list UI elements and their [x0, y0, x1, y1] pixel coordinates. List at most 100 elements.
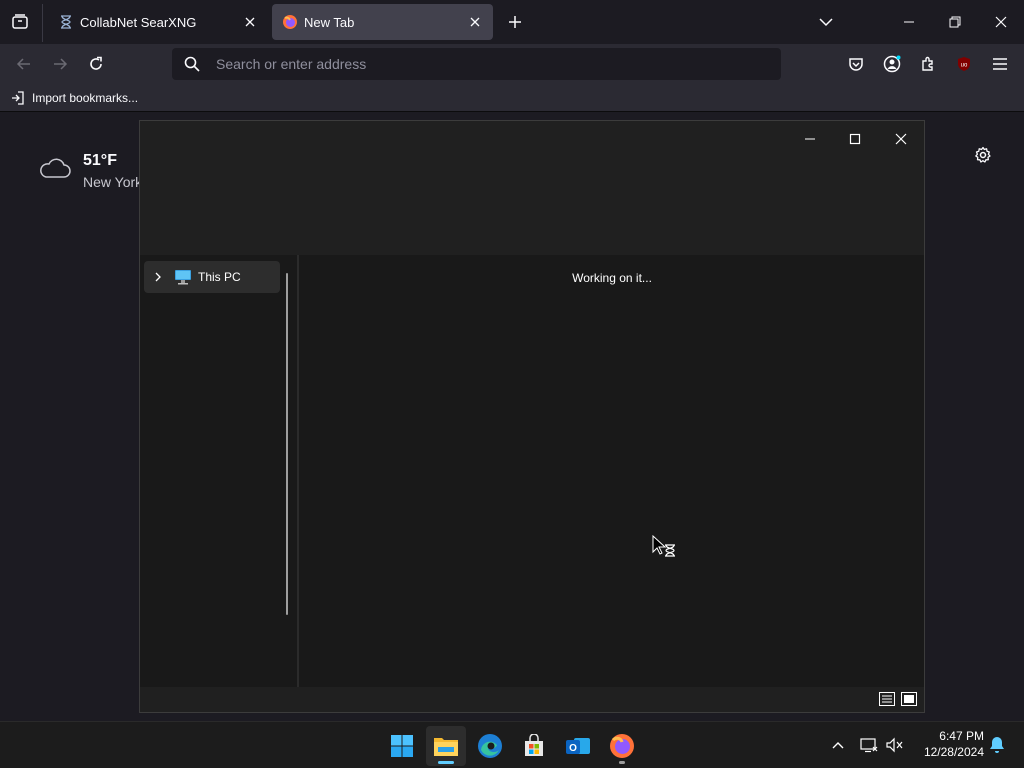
arrow-right-icon [54, 58, 68, 70]
weather-widget[interactable]: 51°F New York [38, 148, 148, 198]
network-status-button[interactable] [858, 734, 880, 756]
tab-title: CollabNet SearXNG [80, 14, 197, 30]
list-all-tabs-button[interactable] [814, 10, 838, 34]
taskbar-clock[interactable]: 6:47 PM 12/28/2024 [912, 728, 984, 760]
minimize-icon [904, 21, 914, 23]
speaker-muted-icon [886, 737, 903, 753]
dialog-maximize-button[interactable] [837, 125, 873, 153]
dialog-title-bar [140, 121, 924, 255]
weather-temperature: 51°F [83, 152, 117, 169]
chevron-right-icon[interactable] [146, 265, 170, 289]
details-view-icon [879, 692, 895, 706]
search-icon [184, 56, 200, 72]
plus-icon [509, 16, 521, 28]
close-icon [895, 133, 907, 145]
edge-icon [478, 734, 502, 758]
navigation-toolbar: uo [0, 44, 1024, 84]
tab-new-tab[interactable]: New Tab [272, 4, 493, 40]
restore-icon [949, 16, 961, 28]
forward-button[interactable] [48, 52, 72, 76]
weather-location: New York [83, 174, 143, 190]
bookmark-label: Import bookmarks... [32, 91, 139, 105]
large-icons-view-icon [901, 692, 917, 706]
folder-icon [434, 738, 458, 756]
extensions-button[interactable] [916, 52, 940, 76]
tree-item-label: This PC [198, 270, 241, 284]
app-menu-button[interactable] [988, 52, 1012, 76]
navigation-pane: This PC [140, 255, 298, 687]
pocket-icon [849, 58, 863, 71]
tab-separator [42, 4, 43, 42]
bell-icon [990, 737, 1004, 753]
import-bookmarks-item[interactable]: Import bookmarks... [10, 88, 138, 108]
busy-cursor-icon [652, 535, 675, 557]
taskbar-outlook[interactable]: O [558, 726, 598, 766]
windows-logo-icon [391, 735, 413, 757]
active-app-indicator [438, 761, 454, 764]
tab-list-button[interactable] [8, 10, 32, 34]
taskbar-firefox[interactable] [602, 726, 642, 766]
tab-title: New Tab [304, 14, 355, 30]
firefox-icon [282, 14, 298, 30]
outlook-icon: O [566, 738, 590, 754]
dialog-minimize-button[interactable] [792, 125, 828, 153]
dialog-body: This PC Working on it... [140, 255, 924, 687]
minimize-window-button[interactable] [895, 8, 923, 36]
back-button[interactable] [12, 52, 36, 76]
svg-text:uo: uo [961, 63, 968, 69]
taskbar-store[interactable] [514, 726, 554, 766]
address-bar[interactable] [172, 48, 781, 80]
tab-bar: CollabNet SearXNG New Tab [0, 0, 1024, 44]
network-icon [860, 738, 878, 753]
large-icons-view-button[interactable] [900, 691, 918, 707]
arrow-left-icon [16, 58, 30, 70]
bookmarks-toolbar: Import bookmarks... [0, 84, 1024, 112]
restore-window-button[interactable] [941, 8, 969, 36]
hourglass-icon [58, 14, 74, 30]
url-input[interactable] [216, 48, 756, 80]
taskbar: O 6:47 PM 12/28/2024 [0, 721, 1024, 768]
close-tab-icon[interactable] [463, 10, 487, 34]
account-icon [883, 55, 901, 73]
minimize-icon [805, 138, 815, 140]
pocket-button[interactable] [844, 52, 868, 76]
navigation-pane-scrollbar[interactable] [286, 273, 288, 615]
start-button[interactable] [382, 726, 422, 766]
notifications-button[interactable] [986, 734, 1008, 756]
close-window-button[interactable] [987, 8, 1015, 36]
reload-button[interactable] [84, 52, 108, 76]
chevron-down-icon [819, 18, 833, 27]
file-explorer-dialog: This PC Working on it... [139, 120, 925, 713]
dialog-close-button[interactable] [883, 125, 919, 153]
running-app-indicator [619, 761, 625, 764]
tab-folder-icon [12, 14, 28, 29]
ublock-icon: uo [958, 57, 970, 71]
details-view-button[interactable] [878, 691, 896, 707]
tree-item-this-pc[interactable]: This PC [144, 261, 280, 293]
ublock-button[interactable]: uo [952, 52, 976, 76]
store-icon [525, 734, 543, 756]
chevron-up-icon [832, 742, 844, 749]
close-icon [995, 16, 1007, 28]
account-button[interactable] [880, 52, 904, 76]
maximize-icon [849, 133, 861, 145]
clock-date: 12/28/2024 [923, 745, 984, 759]
cloud-icon [40, 158, 71, 178]
computer-icon [175, 270, 191, 285]
hamburger-menu-icon [993, 58, 1007, 70]
tab-searxng[interactable]: CollabNet SearXNG [48, 4, 268, 40]
file-list-pane[interactable]: Working on it... [300, 255, 924, 687]
taskbar-edge[interactable] [470, 726, 510, 766]
taskbar-file-explorer[interactable] [426, 726, 466, 766]
close-tab-icon[interactable] [238, 10, 262, 34]
reload-icon [90, 56, 102, 70]
new-tab-button[interactable] [503, 10, 527, 34]
gear-icon [975, 146, 991, 163]
pane-splitter[interactable] [297, 255, 299, 687]
puzzle-icon [922, 56, 933, 71]
new-tab-settings-button[interactable] [972, 144, 994, 166]
volume-button[interactable] [884, 734, 906, 756]
firefox-icon [610, 734, 634, 758]
import-icon [10, 90, 26, 106]
show-hidden-icons-button[interactable] [827, 734, 849, 756]
